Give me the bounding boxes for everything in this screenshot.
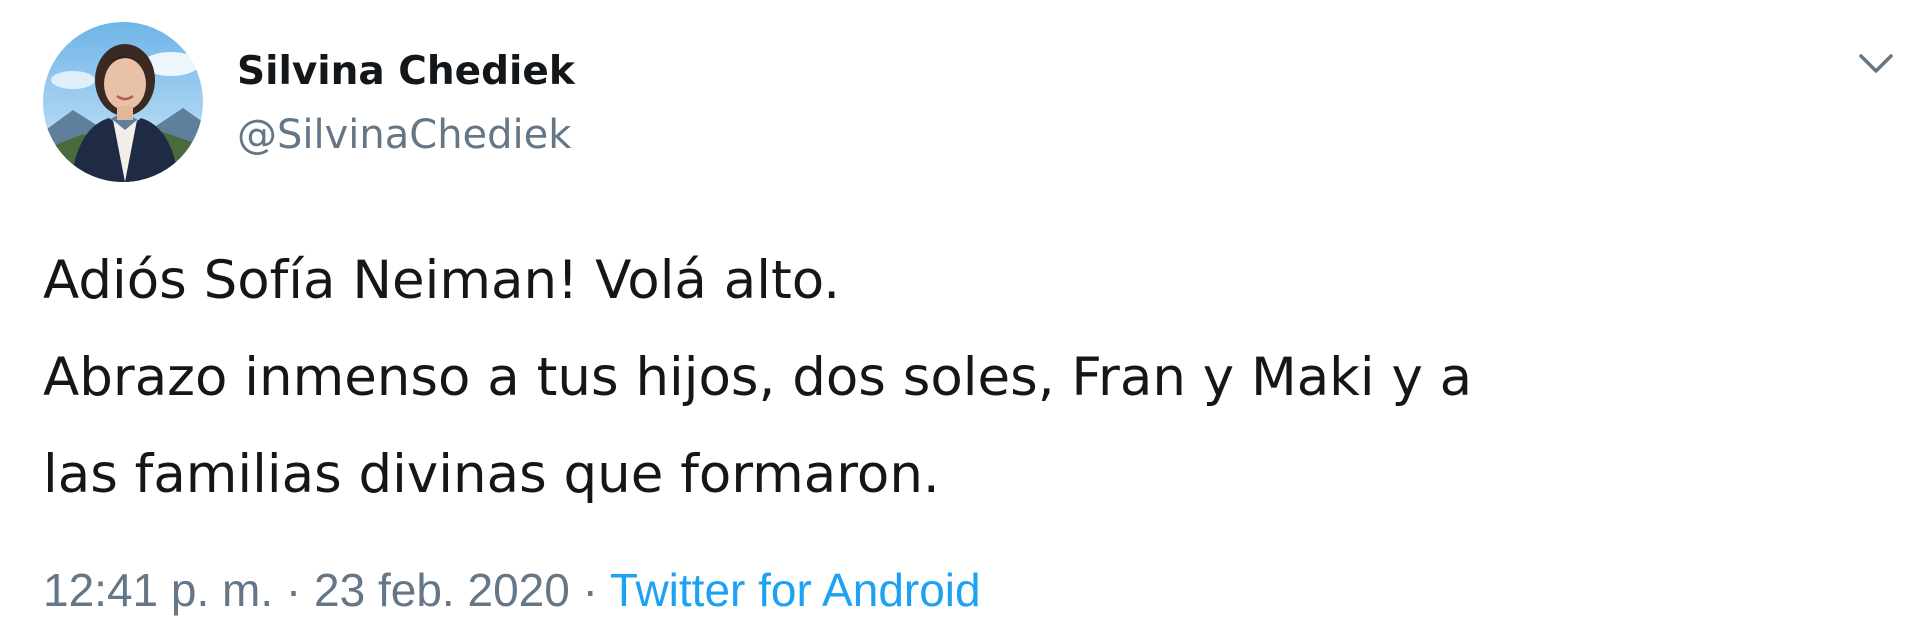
chevron-down-icon	[1859, 54, 1893, 73]
tweet-metadata: 12:41 p. m. · 23 feb. 2020 · Twitter for…	[43, 560, 981, 620]
meta-separator: ·	[285, 564, 302, 616]
tweet-time[interactable]: 12:41 p. m.	[43, 564, 273, 616]
author-avatar[interactable]	[43, 22, 203, 182]
meta-separator: ·	[582, 564, 598, 616]
tweet-source-link[interactable]: Twitter for Android	[610, 564, 981, 616]
author-handle[interactable]: @SilvinaChediek	[237, 107, 571, 163]
avatar-image	[43, 22, 203, 182]
tweet-text-line: Adiós Sofía Neiman! Volá alto.	[43, 250, 841, 311]
tweet-text-line: Abrazo inmenso a tus hijos, dos soles, F…	[43, 347, 1473, 408]
tweet-date[interactable]: 23 feb. 2020	[314, 564, 570, 616]
tweet-menu-button[interactable]	[1852, 44, 1900, 84]
tweet-text-line: las familias divinas que formaron.	[43, 444, 940, 505]
author-name[interactable]: Silvina Chediek	[237, 44, 575, 100]
tweet-text: Adiós Sofía Neiman! Volá alto. Abrazo in…	[43, 232, 1883, 523]
tweet-card: Silvina Chediek @SilvinaChediek Adiós So…	[0, 0, 1920, 643]
